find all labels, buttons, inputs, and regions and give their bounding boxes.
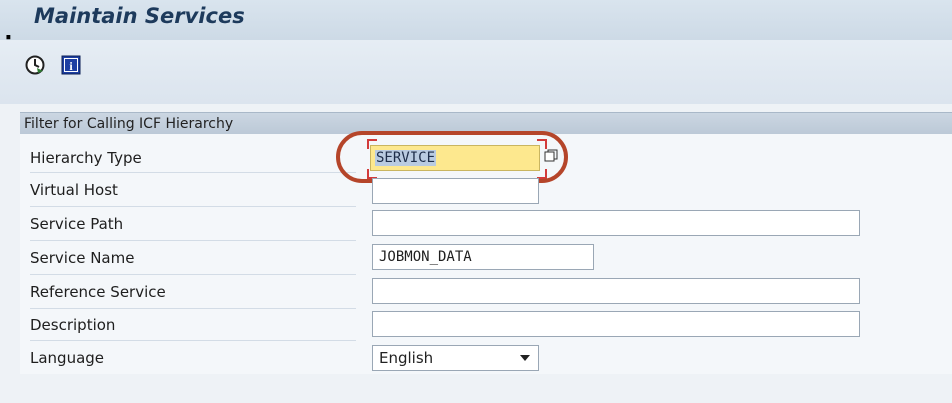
label-language: Language (30, 349, 105, 367)
label-service-name: Service Name (30, 249, 135, 267)
service-path-input[interactable] (372, 210, 860, 236)
label-hierarchy-type: Hierarchy Type (30, 149, 142, 167)
info-icon[interactable]: i (60, 54, 84, 78)
description-input[interactable] (372, 311, 860, 337)
service-name-input[interactable]: JOBMON_DATA (372, 244, 594, 270)
focus-corner-marker (367, 139, 377, 149)
value-help-icon[interactable] (544, 149, 558, 163)
label-service-path: Service Path (30, 215, 124, 233)
label-reference-service: Reference Service (30, 283, 166, 301)
row-divider (30, 206, 356, 207)
filter-section-header: Filter for Calling ICF Hierarchy (20, 112, 952, 134)
title-bar: Maintain Services (0, 0, 952, 40)
virtual-host-input[interactable] (372, 178, 539, 204)
row-divider (30, 340, 356, 341)
label-virtual-host: Virtual Host (30, 181, 118, 199)
row-divider (30, 274, 356, 275)
hierarchy-type-input[interactable]: SERVICE (370, 145, 540, 171)
focus-corner-marker (537, 139, 547, 149)
language-selected-value: English (379, 349, 434, 367)
reference-service-input[interactable] (372, 278, 860, 304)
row-divider (30, 240, 356, 241)
row-divider (30, 308, 356, 309)
application-toolbar: i (0, 40, 952, 104)
row-divider (30, 172, 356, 173)
hierarchy-type-selected-text: SERVICE (375, 150, 437, 166)
chevron-down-icon (520, 355, 530, 361)
language-dropdown[interactable]: English (372, 345, 539, 371)
label-description: Description (30, 316, 116, 334)
page-title: Maintain Services (34, 4, 245, 28)
execute-clock-icon[interactable] (24, 54, 48, 78)
